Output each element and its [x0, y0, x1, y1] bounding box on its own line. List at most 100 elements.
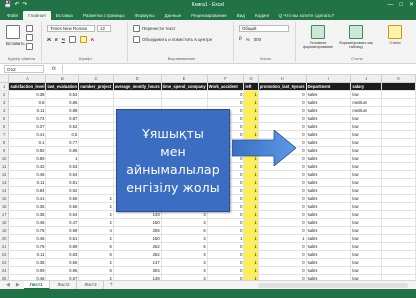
grid-cell[interactable]: 4 [78, 226, 114, 236]
grid-cell[interactable] [78, 178, 114, 188]
grid-cell[interactable]: 0.45 [8, 170, 47, 180]
row-header[interactable]: 22 [0, 250, 10, 260]
cell-styles-button[interactable]: Стили [378, 25, 412, 45]
borders-icon[interactable] [68, 36, 76, 43]
grid-cell[interactable]: 3 [161, 234, 208, 244]
add-sheet-button[interactable]: + [110, 282, 114, 288]
grid-cell[interactable]: low [350, 146, 383, 156]
fill-color-icon[interactable] [79, 36, 87, 43]
grid-cell[interactable]: 160 [113, 218, 162, 228]
empty-cell[interactable] [381, 202, 416, 212]
empty-cell[interactable] [381, 98, 416, 108]
empty-cell[interactable] [381, 146, 416, 156]
grid-cell[interactable]: 0 [258, 186, 307, 196]
grid-cell[interactable]: 0.55 [45, 194, 80, 204]
number-format-dropdown[interactable]: Общий [239, 25, 289, 32]
column-header[interactable]: G [243, 75, 259, 84]
empty-cell[interactable] [381, 106, 416, 116]
grid-cell[interactable]: 1 [45, 154, 80, 164]
column-header[interactable]: A [8, 75, 47, 84]
grid-cell[interactable]: 0.77 [45, 138, 80, 148]
grid-cell[interactable]: last_evaluation [45, 82, 80, 92]
empty-cell[interactable] [381, 138, 416, 148]
row-header[interactable]: 23 [0, 258, 10, 268]
grid-cell[interactable]: 1 [243, 234, 259, 244]
grid-cell[interactable] [78, 138, 114, 148]
grid-cell[interactable]: low [350, 234, 383, 244]
grid-cell[interactable]: 2 [78, 202, 114, 212]
grid-cell[interactable]: 1 [243, 90, 259, 100]
grid-cell[interactable]: sales [306, 210, 352, 220]
empty-cell[interactable] [381, 82, 416, 92]
grid-cell[interactable]: low [350, 202, 383, 212]
grid-cell[interactable]: 262 [113, 242, 162, 252]
grid-cell[interactable]: 0.54 [45, 170, 80, 180]
grid-cell[interactable]: left [243, 82, 259, 92]
grid-cell[interactable]: sales [306, 226, 352, 236]
row-header[interactable]: 7 [0, 130, 10, 140]
tab-home[interactable]: Главная [23, 11, 51, 20]
grid-cell[interactable]: 160 [113, 234, 162, 244]
grid-cell[interactable]: 0.52 [45, 122, 80, 132]
grid-cell[interactable]: 0 [207, 98, 245, 108]
grid-cell[interactable]: low [350, 218, 383, 228]
grid-cell[interactable] [78, 146, 114, 156]
tab-view[interactable]: Вид [232, 11, 250, 20]
font-size-dropdown[interactable]: 12 [97, 25, 111, 32]
grid-cell[interactable]: sales [306, 98, 352, 108]
grid-cell[interactable] [78, 186, 114, 196]
grid-cell[interactable]: 0.56 [45, 202, 80, 212]
grid-cell[interactable]: 0.76 [8, 242, 47, 252]
grid-cell[interactable]: low [350, 242, 383, 252]
grid-cell[interactable]: 0 [258, 114, 307, 124]
grid-cell[interactable]: 0.83 [45, 250, 80, 260]
grid-cell[interactable]: low [350, 250, 383, 260]
grid-cell[interactable]: 6 [78, 250, 114, 260]
grid-cell[interactable]: 0.89 [8, 154, 47, 164]
grid-cell[interactable]: 1 [243, 178, 259, 188]
grid-cell[interactable]: sales [306, 114, 352, 124]
grid-cell[interactable]: 3 [161, 258, 208, 268]
select-all-corner[interactable] [0, 75, 10, 84]
row-header[interactable]: 4 [0, 106, 10, 116]
grid-cell[interactable] [78, 122, 114, 132]
grid-cell[interactable]: 0.5 [45, 130, 80, 140]
row-header[interactable]: 15 [0, 194, 10, 204]
cut-button[interactable] [26, 25, 33, 32]
grid-cell[interactable]: 0.51 [45, 234, 80, 244]
grid-cell[interactable]: low [350, 162, 383, 172]
grid-cell[interactable]: sales [306, 154, 352, 164]
grid-cell[interactable]: 0.09 [8, 266, 47, 276]
grid-cell[interactable]: low [350, 178, 383, 188]
name-box[interactable]: O12 [4, 65, 44, 73]
row-header[interactable]: 17 [0, 210, 10, 220]
tab-data[interactable]: Данные [160, 11, 187, 20]
grid-cell[interactable]: 0 [207, 250, 245, 260]
grid-cell[interactable]: 0.87 [45, 114, 80, 124]
grid-cell[interactable]: sales [306, 162, 352, 172]
grid-cell[interactable]: sales [306, 266, 352, 276]
grid-cell[interactable]: 0.11 [8, 250, 47, 260]
empty-cell[interactable] [381, 186, 416, 196]
grid-cell[interactable]: 0 [207, 266, 245, 276]
grid-cell[interactable]: low [350, 194, 383, 204]
grid-cell[interactable]: 1 [243, 226, 259, 236]
grid-cell[interactable]: 0.54 [45, 210, 80, 220]
grid-cell[interactable]: 0 [258, 106, 307, 116]
font-name-dropdown[interactable]: Times New Roman [47, 25, 95, 32]
grid-cell[interactable]: 5 [161, 242, 208, 252]
grid-cell[interactable]: low [350, 170, 383, 180]
empty-cell[interactable] [381, 162, 416, 172]
row-header[interactable]: 16 [0, 202, 10, 212]
grid-cell[interactable]: low [350, 154, 383, 164]
grid-cell[interactable]: medium [350, 106, 383, 116]
grid-cell[interactable]: sales [306, 146, 352, 156]
grid-cell[interactable]: 0.38 [8, 90, 47, 100]
grid-cell[interactable]: 0 [258, 218, 307, 228]
grid-cell[interactable]: 1 [243, 186, 259, 196]
grid-cell[interactable]: 1 [243, 202, 259, 212]
fx-icon[interactable]: fx [52, 66, 56, 72]
row-header[interactable]: 1 [0, 82, 10, 92]
grid-cell[interactable]: 0.37 [8, 122, 47, 132]
grid-cell[interactable]: 1 [243, 194, 259, 204]
